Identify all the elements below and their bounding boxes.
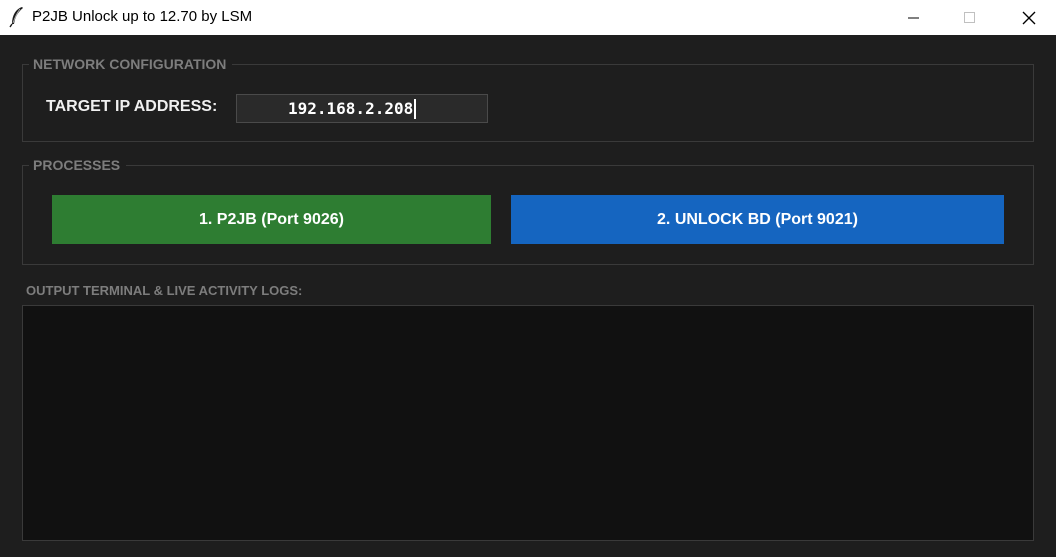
- p2jb-button-label: 1. P2JB (Port 9026): [199, 210, 344, 228]
- window-title: P2JB Unlock up to 12.70 by LSM: [32, 8, 253, 25]
- target-ip-input[interactable]: 192.168.2.208: [236, 94, 488, 123]
- minimize-button[interactable]: [890, 0, 938, 35]
- minimize-icon: [908, 17, 919, 18]
- output-terminal-label: OUTPUT TERMINAL & LIVE ACTIVITY LOGS:: [26, 283, 303, 298]
- unlock-bd-button-label: 2. UNLOCK BD (Port 9021): [657, 210, 858, 228]
- feather-icon: [9, 7, 23, 28]
- maximize-button[interactable]: [946, 0, 994, 35]
- output-terminal-log[interactable]: [22, 305, 1034, 541]
- title-bar: P2JB Unlock up to 12.70 by LSM: [0, 0, 1056, 35]
- p2jb-button[interactable]: 1. P2JB (Port 9026): [52, 195, 491, 244]
- close-icon: [1022, 11, 1036, 24]
- maximize-icon: [964, 11, 975, 23]
- unlock-bd-button[interactable]: 2. UNLOCK BD (Port 9021): [511, 195, 1004, 244]
- close-button[interactable]: [1005, 0, 1053, 35]
- network-configuration-legend: NETWORK CONFIGURATION: [29, 56, 233, 72]
- processes-legend: PROCESSES: [29, 157, 127, 173]
- text-caret: [414, 98, 417, 119]
- target-ip-label: TARGET IP ADDRESS:: [46, 98, 218, 115]
- target-ip-value: 192.168.2.208: [288, 99, 414, 118]
